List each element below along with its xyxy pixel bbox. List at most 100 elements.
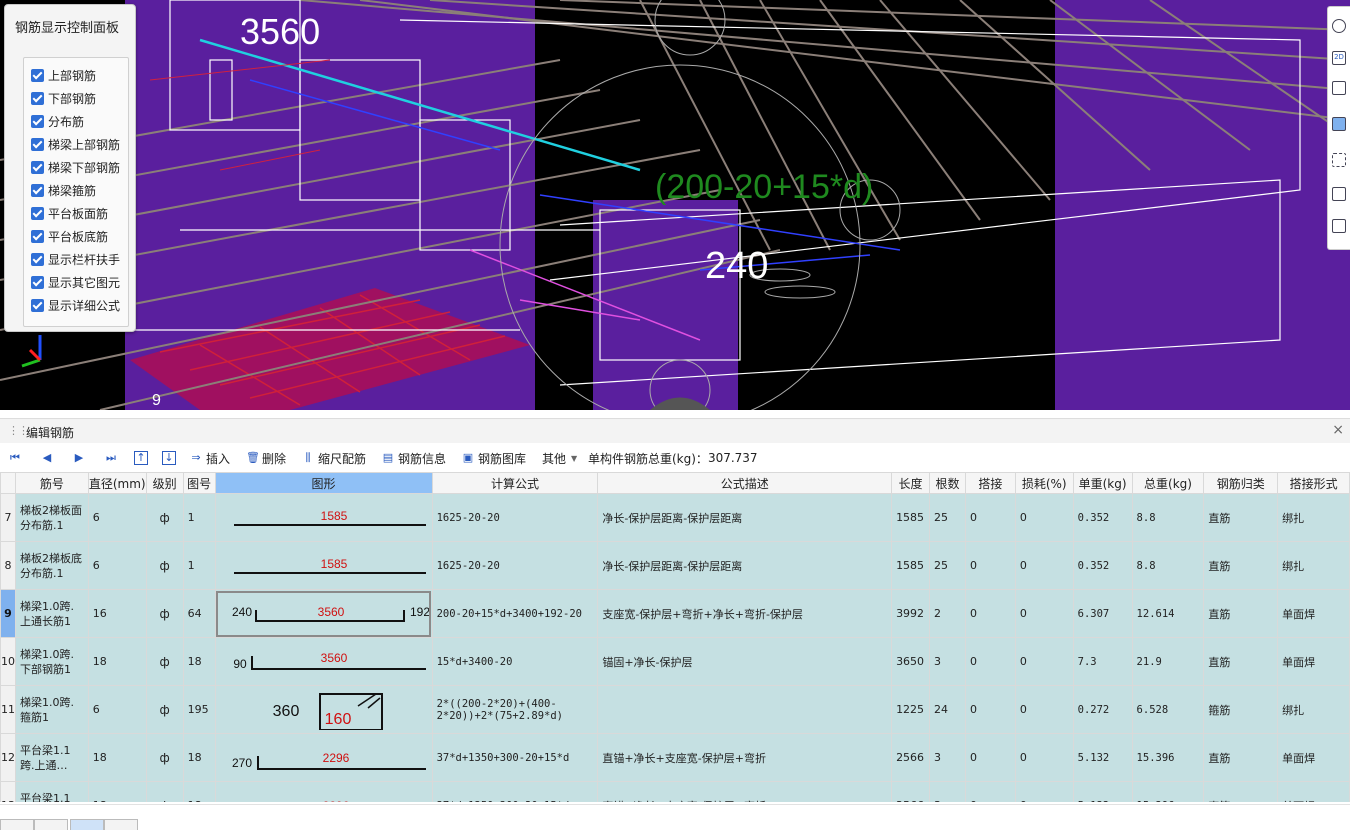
checkbox-platform-bottom[interactable]: 平台板底筋 <box>31 227 108 245</box>
cell-loss[interactable]: 0 <box>1014 589 1074 638</box>
column-header[interactable]: 筋号 <box>15 472 89 494</box>
cell-figure-no[interactable]: 195 <box>182 685 216 734</box>
prev-row-icon[interactable]: ◀ <box>40 451 54 465</box>
list-icon[interactable] <box>1332 219 1346 233</box>
cell-lap-form[interactable]: 单面焊 <box>1277 781 1350 802</box>
cell-count[interactable]: 24 <box>929 685 966 734</box>
checkbox-stair-beam-bottom[interactable]: 梯梁下部钢筋 <box>31 158 120 176</box>
cell-loss[interactable]: 0 <box>1014 541 1074 590</box>
cell-grade[interactable]: ф <box>145 493 184 542</box>
checkbox-top-rebar[interactable]: 上部钢筋 <box>31 66 96 84</box>
checkbox-checked-icon[interactable] <box>31 160 44 174</box>
cell-bar-name[interactable]: 平台梁1.1跨.下部… <box>15 781 89 802</box>
layers-icon[interactable] <box>1332 187 1346 201</box>
cell-bar-type[interactable]: 直筋 <box>1203 541 1279 590</box>
cell-unit-weight[interactable]: 0.352 <box>1072 493 1133 542</box>
insert-button[interactable]: ⇒ 插入 <box>190 450 230 466</box>
cell-length[interactable]: 2566 <box>891 733 931 782</box>
cell-formula[interactable]: 2*((200-2*20)+(400-2*20))+2*(75+2.89*d) <box>431 685 599 734</box>
checkbox-checked-icon[interactable] <box>31 298 44 312</box>
column-header[interactable]: 直径(mm) <box>87 472 147 494</box>
cell-grade[interactable]: ф <box>145 781 184 802</box>
checkbox-stair-beam-top[interactable]: 梯梁上部钢筋 <box>31 135 120 153</box>
close-icon[interactable]: × <box>1332 422 1344 438</box>
cell-bar-name[interactable]: 梯梁1.0跨.下部钢筋1 <box>15 637 89 686</box>
cell-unit-weight[interactable]: 0.272 <box>1072 685 1133 734</box>
cell-formula[interactable]: 37*d+1350+300-20+15*d <box>431 781 599 802</box>
cell-bar-type[interactable]: 直筋 <box>1203 637 1279 686</box>
bottom-tab[interactable] <box>0 819 34 830</box>
table-row[interactable]: 8 梯板2梯板底分布筋.1 6 ф 1 1585 1625-20-20 净长-保护层距离-保护… <box>0 541 1350 590</box>
cell-unit-weight[interactable]: 0.352 <box>1072 541 1133 590</box>
cell-shape[interactable]: 1585 <box>214 493 433 542</box>
column-header[interactable]: 损耗(%) <box>1014 472 1074 494</box>
column-header[interactable]: 图号 <box>182 472 216 494</box>
cell-diameter[interactable]: 18 <box>87 637 147 686</box>
cell-length[interactable]: 2566 <box>891 781 931 802</box>
cell-total-weight[interactable]: 12.614 <box>1131 589 1205 638</box>
cell-count[interactable]: 2 <box>929 589 966 638</box>
row-number[interactable]: 8 <box>0 541 16 590</box>
move-down-icon[interactable]: ↓ <box>162 451 176 465</box>
next-row-icon[interactable]: ▶ <box>72 451 86 465</box>
table-row[interactable]: 10 梯梁1.0跨.下部钢筋1 18 ф 18 90 3560 15*d+3400-20 锚固+… <box>0 637 1350 686</box>
cell-formula-desc[interactable]: 锚固+净长-保护层 <box>597 637 893 686</box>
cell-figure-no[interactable]: 18 <box>182 637 216 686</box>
cell-formula-desc[interactable]: 净长-保护层距离-保护层距离 <box>597 493 893 542</box>
bottom-tab[interactable] <box>104 819 138 830</box>
cell-lap-form[interactable]: 绑扎 <box>1277 541 1350 590</box>
cell-diameter[interactable]: 6 <box>87 541 147 590</box>
checkbox-checked-icon[interactable] <box>31 206 44 220</box>
cell-count[interactable]: 25 <box>929 493 966 542</box>
cell-formula[interactable]: 15*d+3400-20 <box>431 637 599 686</box>
cell-formula[interactable]: 37*d+1350+300-20+15*d <box>431 733 599 782</box>
checkbox-checked-icon[interactable] <box>31 91 44 105</box>
other-dropdown[interactable]: 其他 ▼ <box>542 450 577 466</box>
cell-formula[interactable]: 200-20+15*d+3400+192-20 <box>431 589 599 638</box>
rotate-icon[interactable] <box>1332 19 1346 33</box>
rebar-library-button[interactable]: ▣ 钢筋图库 <box>462 450 526 466</box>
cell-bar-type[interactable]: 箍筋 <box>1203 685 1279 734</box>
cell-formula[interactable]: 1625-20-20 <box>431 541 599 590</box>
cube-icon[interactable] <box>1332 81 1346 95</box>
row-number[interactable]: 7 <box>0 493 16 542</box>
cell-loss[interactable]: 0 <box>1014 733 1074 782</box>
dashed-box-icon[interactable] <box>1332 153 1346 167</box>
cell-loss[interactable]: 0 <box>1014 637 1074 686</box>
cell-count[interactable]: 3 <box>929 733 966 782</box>
column-header[interactable]: 钢筋归类 <box>1203 472 1279 494</box>
cell-lap-form[interactable]: 单面焊 <box>1277 589 1350 638</box>
cell-lap-form[interactable]: 绑扎 <box>1277 685 1350 734</box>
checkbox-show-other[interactable]: 显示其它图元 <box>31 273 120 291</box>
checkbox-platform-top[interactable]: 平台板面筋 <box>31 204 108 222</box>
row-number[interactable]: 12 <box>0 733 16 782</box>
checkbox-distribution-rebar[interactable]: 分布筋 <box>31 112 84 130</box>
cell-grade[interactable]: ф <box>145 685 184 734</box>
cell-length[interactable]: 1585 <box>891 493 931 542</box>
column-header[interactable]: 搭接 <box>964 472 1016 494</box>
cell-unit-weight[interactable]: 7.3 <box>1072 637 1133 686</box>
cell-bar-type[interactable]: 直筋 <box>1203 589 1279 638</box>
cell-unit-weight[interactable]: 5.132 <box>1072 733 1133 782</box>
checkbox-checked-icon[interactable] <box>31 68 44 82</box>
checkbox-checked-icon[interactable] <box>31 252 44 266</box>
column-header[interactable]: 公式描述 <box>597 472 893 494</box>
cell-total-weight[interactable]: 15.396 <box>1131 733 1205 782</box>
column-header[interactable]: 图形 <box>214 472 433 494</box>
cell-lap-form[interactable]: 单面焊 <box>1277 637 1350 686</box>
cell-figure-no[interactable]: 1 <box>182 493 216 542</box>
cell-grade[interactable]: ф <box>145 589 184 638</box>
cell-diameter[interactable]: 6 <box>87 685 147 734</box>
cell-lap[interactable]: 0 <box>964 589 1016 638</box>
cell-shape[interactable]: 1585 <box>214 541 433 590</box>
cell-lap[interactable]: 0 <box>964 685 1016 734</box>
column-header[interactable]: 计算公式 <box>431 472 599 494</box>
checkbox-checked-icon[interactable] <box>31 183 44 197</box>
cell-diameter[interactable]: 18 <box>87 733 147 782</box>
cell-unit-weight[interactable]: 6.307 <box>1072 589 1133 638</box>
first-row-icon[interactable]: ⏮ <box>8 451 22 465</box>
cell-grade[interactable]: ф <box>145 733 184 782</box>
table-row[interactable]: 7 梯板2梯板面分布筋.1 6 ф 1 1585 1625-20-20 净长-保护层距离-保护… <box>0 493 1350 542</box>
solid-cube-icon[interactable] <box>1332 117 1346 131</box>
row-number[interactable]: 9 <box>0 589 16 638</box>
